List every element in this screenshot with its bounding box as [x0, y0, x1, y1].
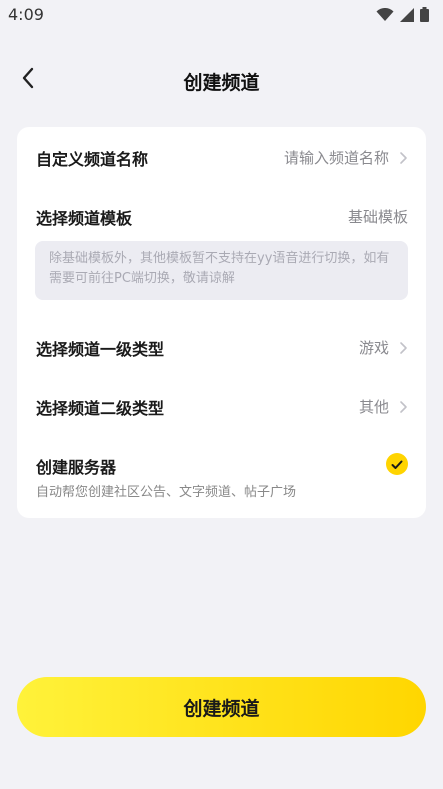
- primary-type-label: 选择频道一级类型: [36, 340, 165, 359]
- status-bar: 4:09: [0, 0, 443, 32]
- channel-name-label: 自定义频道名称: [36, 150, 149, 169]
- wifi-icon: [376, 7, 394, 22]
- template-row[interactable]: 选择频道模板 基础模板: [17, 196, 426, 236]
- template-hint: 除基础模板外，其他模板暂不支持在yy语音进行切换，如有需要可前往PC端切换，敬请…: [35, 241, 408, 300]
- create-server-description: 自动帮您创建社区公告、文字频道、帖子广场: [36, 485, 297, 500]
- template-label: 选择频道模板: [36, 209, 133, 228]
- primary-type-row[interactable]: 选择频道一级类型 游戏: [17, 327, 426, 367]
- navigation-bar: 创建频道: [0, 56, 443, 106]
- create-server-label: 创建服务器: [36, 458, 117, 477]
- status-time: 4:09: [8, 5, 44, 24]
- template-value[interactable]: 基础模板: [348, 206, 408, 227]
- create-channel-screen: 4:09 创建频道 自定义频道名称 请输入频道名称 选择频道模板 基础模板 除基…: [0, 0, 443, 789]
- create-server-row: 创建服务器: [17, 445, 426, 485]
- channel-name-placeholder[interactable]: 请输入频道名称: [284, 147, 389, 168]
- page-title: 创建频道: [183, 72, 260, 94]
- chevron-right-icon: [398, 399, 408, 413]
- secondary-type-label: 选择频道二级类型: [36, 399, 165, 418]
- channel-form-card: 自定义频道名称 请输入频道名称 选择频道模板 基础模板 除基础模板外，其他模板暂…: [17, 127, 426, 518]
- checkmark-icon: [391, 455, 403, 474]
- secondary-type-value[interactable]: 其他: [359, 396, 389, 417]
- channel-name-row[interactable]: 自定义频道名称 请输入频道名称: [17, 137, 426, 177]
- battery-icon: [420, 7, 429, 22]
- chevron-right-icon: [398, 340, 408, 354]
- signal-icon: [400, 7, 414, 22]
- status-icons: [376, 7, 429, 22]
- primary-type-value[interactable]: 游戏: [359, 337, 389, 358]
- create-server-checkbox[interactable]: [386, 453, 408, 475]
- create-channel-button[interactable]: 创建频道: [17, 677, 426, 737]
- chevron-right-icon: [398, 150, 408, 164]
- secondary-type-row[interactable]: 选择频道二级类型 其他: [17, 386, 426, 426]
